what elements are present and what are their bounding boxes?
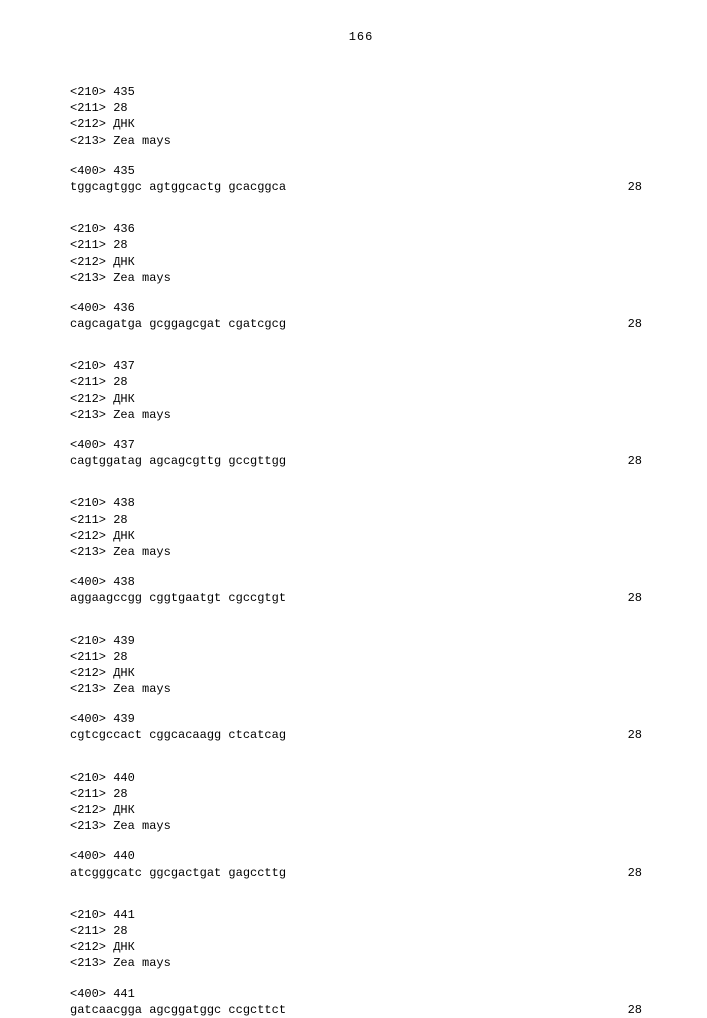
sequence-entry: <210> 441 <211> 28 <212> ДНК <213> Zea m… — [70, 907, 652, 1018]
tag-210: <210> 439 — [70, 633, 652, 649]
tag-212: <212> ДНК — [70, 665, 652, 681]
tag-210: <210> 440 — [70, 770, 652, 786]
sequence-length: 28 — [612, 865, 642, 881]
sequence-entry: <210> 435 <211> 28 <212> ДНК <213> Zea m… — [70, 84, 652, 195]
sequence-text: cagtggatag agcagcgttg gccgttgg — [70, 453, 286, 469]
tag-211: <211> 28 — [70, 649, 652, 665]
sequence-length: 28 — [612, 727, 642, 743]
sequence-row: aggaagccgg cggtgaatgt cgccgtgt 28 — [70, 590, 652, 606]
tag-213: <213> Zea mays — [70, 407, 652, 423]
sequence-length: 28 — [612, 590, 642, 606]
tag-212: <212> ДНК — [70, 939, 652, 955]
sequence-length: 28 — [612, 1002, 642, 1018]
tag-212: <212> ДНК — [70, 391, 652, 407]
tag-213: <213> Zea mays — [70, 270, 652, 286]
tag-210: <210> 437 — [70, 358, 652, 374]
sequence-length: 28 — [612, 179, 642, 195]
tag-400: <400> 440 — [70, 848, 652, 864]
tag-213: <213> Zea mays — [70, 955, 652, 971]
sequence-row: cagtggatag agcagcgttg gccgttgg 28 — [70, 453, 652, 469]
tag-211: <211> 28 — [70, 100, 652, 116]
tag-400: <400> 436 — [70, 300, 652, 316]
sequence-text: cgtcgccact cggcacaagg ctcatcag — [70, 727, 286, 743]
tag-210: <210> 436 — [70, 221, 652, 237]
sequence-text: gatcaacgga agcggatggc ccgcttct — [70, 1002, 286, 1018]
sequence-row: cgtcgccact cggcacaagg ctcatcag 28 — [70, 727, 652, 743]
tag-400: <400> 435 — [70, 163, 652, 179]
sequence-row: tggcagtggc agtggcactg gcacggca 28 — [70, 179, 652, 195]
sequence-text: aggaagccgg cggtgaatgt cgccgtgt — [70, 590, 286, 606]
tag-213: <213> Zea mays — [70, 818, 652, 834]
tag-213: <213> Zea mays — [70, 544, 652, 560]
tag-400: <400> 441 — [70, 986, 652, 1002]
sequence-row: atcgggcatc ggcgactgat gagccttg 28 — [70, 865, 652, 881]
tag-212: <212> ДНК — [70, 528, 652, 544]
tag-212: <212> ДНК — [70, 254, 652, 270]
sequence-text: tggcagtggc agtggcactg gcacggca — [70, 179, 286, 195]
sequence-entry: <210> 437 <211> 28 <212> ДНК <213> Zea m… — [70, 358, 652, 469]
tag-210: <210> 435 — [70, 84, 652, 100]
tag-400: <400> 438 — [70, 574, 652, 590]
tag-213: <213> Zea mays — [70, 681, 652, 697]
tag-400: <400> 437 — [70, 437, 652, 453]
tag-210: <210> 438 — [70, 495, 652, 511]
sequence-entry: <210> 439 <211> 28 <212> ДНК <213> Zea m… — [70, 633, 652, 744]
sequence-length: 28 — [612, 316, 642, 332]
tag-211: <211> 28 — [70, 923, 652, 939]
sequence-entry: <210> 436 <211> 28 <212> ДНК <213> Zea m… — [70, 221, 652, 332]
tag-210: <210> 441 — [70, 907, 652, 923]
sequence-entry: <210> 438 <211> 28 <212> ДНК <213> Zea m… — [70, 495, 652, 606]
tag-211: <211> 28 — [70, 786, 652, 802]
sequence-entry: <210> 440 <211> 28 <212> ДНК <213> Zea m… — [70, 770, 652, 881]
sequence-text: atcgggcatc ggcgactgat gagccttg — [70, 865, 286, 881]
tag-211: <211> 28 — [70, 512, 652, 528]
tag-213: <213> Zea mays — [70, 133, 652, 149]
page-number: 166 — [70, 30, 652, 44]
tag-400: <400> 439 — [70, 711, 652, 727]
tag-212: <212> ДНК — [70, 116, 652, 132]
sequence-text: cagcagatga gcggagcgat cgatcgcg — [70, 316, 286, 332]
tag-211: <211> 28 — [70, 374, 652, 390]
sequence-row: gatcaacgga agcggatggc ccgcttct 28 — [70, 1002, 652, 1018]
sequence-listing-page: 166 <210> 435 <211> 28 <212> ДНК <213> Z… — [0, 0, 707, 1000]
sequence-row: cagcagatga gcggagcgat cgatcgcg 28 — [70, 316, 652, 332]
tag-212: <212> ДНК — [70, 802, 652, 818]
sequence-length: 28 — [612, 453, 642, 469]
tag-211: <211> 28 — [70, 237, 652, 253]
